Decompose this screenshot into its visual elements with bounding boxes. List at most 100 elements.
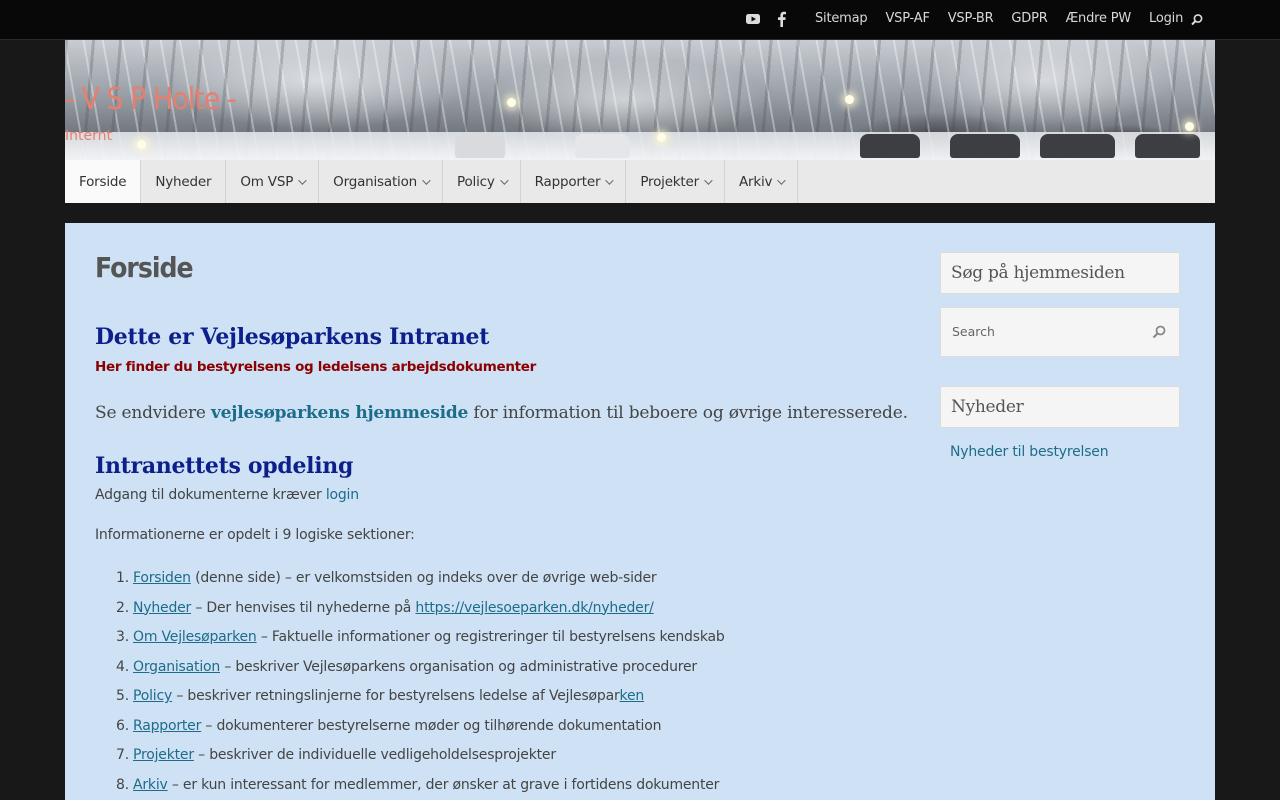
list-item: 3. Om Vejlesøparken – Faktuelle informati… <box>95 627 725 657</box>
nav-label: Forside <box>79 173 127 190</box>
main-nav: Forside Nyheder Om VSP Organisation Poli… <box>65 160 1215 203</box>
car-image <box>1040 134 1115 158</box>
top-link-gdpr[interactable]: GDPR <box>1011 11 1047 26</box>
youtube-icon[interactable] <box>745 10 761 28</box>
chevron-down-icon <box>605 175 614 185</box>
homepage-paragraph: Se endvidere vejlesøparkens hjemmeside f… <box>95 403 908 423</box>
structure-heading: Intranettets opdeling <box>95 453 354 479</box>
nav-item-rapporter[interactable]: Rapporter <box>521 160 627 203</box>
lamp-light <box>657 133 666 142</box>
nav-item-projekter[interactable]: Projekter <box>626 160 725 203</box>
car-image <box>455 134 505 158</box>
section-text: – beskriver Vejlesøparkens organisation … <box>220 658 697 675</box>
car-image <box>860 134 920 158</box>
nav-label: Organisation <box>333 173 418 190</box>
list-item: 5. Policy – beskriver retningslinjerne fo… <box>95 686 725 716</box>
intranet-subheading: Her finder du bestyrelsens og ledelsens … <box>95 359 537 375</box>
section-text: – er kun interessant for medlemmer, der … <box>167 776 720 793</box>
section-link-rapporter[interactable]: Rapporter <box>133 718 201 734</box>
nav-item-organisation[interactable]: Organisation <box>319 160 444 203</box>
chevron-down-icon <box>777 175 786 185</box>
top-bar: Sitemap VSP-AF VSP-BR GDPR Ændre PW Logi… <box>0 0 1280 40</box>
login-link[interactable]: login <box>326 487 359 503</box>
list-number: 8. <box>116 776 129 793</box>
nav-item-policy[interactable]: Policy <box>443 160 521 203</box>
section-link-om-vejlesoparken[interactable]: Om Vejlesøparken <box>133 629 257 645</box>
section-link-policy[interactable]: Policy <box>133 688 172 704</box>
list-number: 7. <box>116 747 129 763</box>
section-text: (denne side) – er velkomstsiden og indek… <box>190 570 657 586</box>
top-link-login[interactable]: Login <box>1149 11 1183 26</box>
search-icon[interactable] <box>1190 12 1204 26</box>
nav-item-arkiv[interactable]: Arkiv <box>725 160 799 203</box>
car-image <box>950 134 1020 158</box>
section-link-organisation[interactable]: Organisation <box>133 659 220 675</box>
section-text: – dokumenterer bestyrelserne møder og ti… <box>201 717 662 734</box>
nav-label: Om VSP <box>240 173 294 190</box>
header-banner: - V S P Holte - Internt <box>65 40 1215 160</box>
facebook-icon[interactable] <box>774 10 788 28</box>
top-nav: Sitemap VSP-AF VSP-BR GDPR Ændre PW Logi… <box>815 11 1201 26</box>
list-number: 4. <box>116 658 129 675</box>
info-paragraph: Informationerne er opdelt i 9 logiske se… <box>95 527 415 543</box>
homepage-text: Se endvidere <box>95 403 211 423</box>
search-icon[interactable] <box>1151 324 1167 340</box>
chevron-down-icon <box>499 175 509 185</box>
section-text: – beskriver de individuelle vedligeholde… <box>193 747 556 763</box>
lamp-light <box>845 95 854 104</box>
list-number: 2. <box>116 599 129 616</box>
page-title: Forside <box>95 251 194 284</box>
section-text: – Faktuelle informationer og registrerin… <box>256 629 725 645</box>
nav-label: Rapporter <box>534 173 601 190</box>
list-item: 8. Arkiv – er kun interessant for medlemm… <box>95 775 725 800</box>
sections-list: 1. Forsiden (denne side) – er velkomstsid… <box>95 568 725 800</box>
search-input[interactable]: Search <box>940 307 1180 357</box>
nav-label: Policy <box>457 173 495 190</box>
intranet-heading: Dette er Vejlesøparkens Intranet <box>95 324 490 350</box>
list-number: 3. <box>116 629 129 645</box>
nav-item-om-vsp[interactable]: Om VSP <box>226 160 320 203</box>
section-link-ken[interactable]: ken <box>620 688 645 704</box>
homepage-link[interactable]: vejlesøparkens hjemmeside <box>211 403 468 423</box>
list-item: 7. Projekter – beskriver de individuelle … <box>95 745 725 775</box>
nav-label: Arkiv <box>738 173 773 190</box>
site-title[interactable]: - V S P Holte - <box>65 82 237 117</box>
list-item: 6. Rapporter – dokumenterer bestyrelserne… <box>95 716 725 746</box>
section-link-projekter[interactable]: Projekter <box>133 747 194 763</box>
lamp-light <box>1185 122 1194 131</box>
list-number: 5. <box>116 688 129 704</box>
nav-label: Nyheder <box>155 173 212 190</box>
section-link-forsiden[interactable]: Forsiden <box>133 570 191 586</box>
site-tagline: Internt <box>65 128 112 144</box>
list-item: 4. Organisation – beskriver Vejlesøparken… <box>95 657 725 687</box>
lamp-light <box>507 98 516 107</box>
top-link-vsp-br[interactable]: VSP-BR <box>948 11 994 26</box>
car-image <box>1135 134 1200 158</box>
section-link-nyheder[interactable]: Nyheder <box>133 600 191 616</box>
nav-item-forside[interactable]: Forside <box>65 160 142 203</box>
search-placeholder: Search <box>952 324 995 339</box>
list-item: 2. Nyheder – Der henvises til nyhederne p… <box>95 598 725 628</box>
homepage-text: for information til beboere og øvrige in… <box>468 403 908 423</box>
list-item: 1. Forsiden (denne side) – er velkomstsid… <box>95 568 725 598</box>
news-board-link[interactable]: Nyheder til bestyrelsen <box>950 444 1109 460</box>
list-number: 6. <box>116 717 129 734</box>
access-text: Adgang til dokumenterne kræver <box>95 487 326 503</box>
section-text: – beskriver retningslinjerne for bestyre… <box>172 688 620 704</box>
chevron-down-icon <box>298 175 307 185</box>
news-url-link[interactable]: https://vejlesoeparken.dk/nyheder/ <box>415 600 653 616</box>
car-image <box>575 134 630 158</box>
access-paragraph: Adgang til dokumenterne kræver login <box>95 487 359 503</box>
main-content: Forside Dette er Vejlesøparkens Intranet… <box>65 223 1215 800</box>
top-link-vsp-af[interactable]: VSP-AF <box>885 11 929 26</box>
section-link-arkiv[interactable]: Arkiv <box>133 777 168 793</box>
top-link-sitemap[interactable]: Sitemap <box>815 11 868 26</box>
lamp-light <box>137 140 146 149</box>
top-link-change-password[interactable]: Ændre PW <box>1066 11 1132 26</box>
nav-label: Projekter <box>640 173 699 190</box>
list-number: 1. <box>116 570 129 586</box>
search-widget-heading: Søg på hjemmesiden <box>940 252 1180 294</box>
section-text: – Der henvises til nyhederne på <box>191 599 416 616</box>
nav-item-nyheder[interactable]: Nyheder <box>141 160 227 203</box>
news-widget-heading: Nyheder <box>940 386 1180 428</box>
